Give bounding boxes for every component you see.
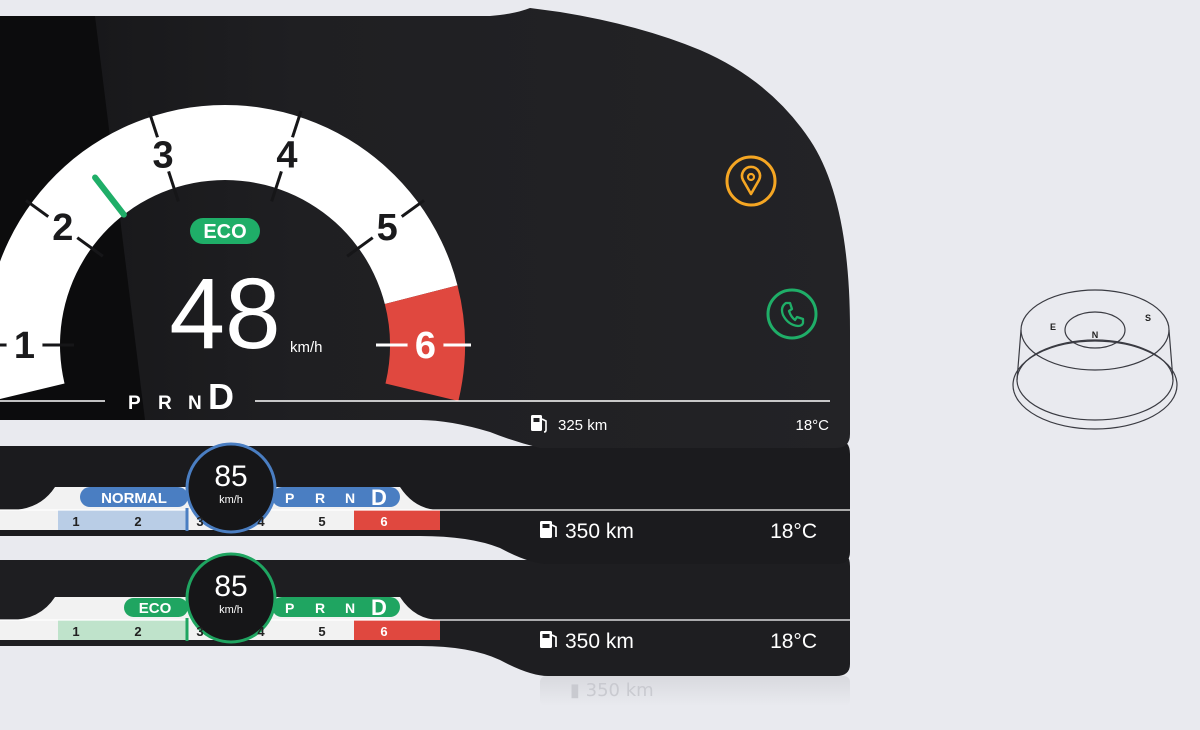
- range-value: 325 km: [558, 417, 607, 434]
- mini-normal-gear-r: R: [315, 490, 325, 506]
- mini-normal-mode: NORMAL: [101, 490, 167, 507]
- mini-eco-gear-r: R: [315, 600, 325, 616]
- gear-r: R: [158, 393, 172, 414]
- mini-normal-label-3: 3: [196, 514, 203, 529]
- rpm-label-6: 6: [415, 325, 436, 367]
- mini-eco-label-2: 2: [134, 624, 141, 639]
- mini-eco-label-3: 3: [196, 624, 203, 639]
- speed-value: 48: [169, 258, 280, 370]
- mini-eco-temperature: 18°C: [770, 630, 817, 653]
- knob-label-s: S: [1145, 313, 1151, 323]
- mode-badge-label: ECO: [203, 221, 246, 243]
- rpm-label-3: 3: [152, 134, 173, 176]
- controller-knob[interactable]: N E S: [1012, 289, 1178, 430]
- knob-label-e: E: [1050, 322, 1056, 332]
- mini-normal-range: 350 km: [565, 520, 634, 543]
- reflection-text: ▮ 350 km: [570, 680, 654, 701]
- gear-n: N: [188, 393, 202, 414]
- knob-label-n: N: [1092, 330, 1099, 340]
- mini-normal-label-2: 2: [134, 514, 141, 529]
- mini-normal-gear-p: P: [285, 490, 294, 506]
- mini-normal-speed: 85: [214, 460, 247, 493]
- mini-eco-speed: 85: [214, 570, 247, 603]
- gear-p: P: [128, 393, 141, 414]
- rpm-label-5: 5: [377, 207, 398, 249]
- mini-eco-speed-unit: km/h: [219, 604, 243, 616]
- mini-normal-label-6: 6: [380, 514, 387, 529]
- mini-normal-speed-unit: km/h: [219, 494, 243, 506]
- mini-eco-label-4: 4: [257, 624, 265, 639]
- rpm-label-2: 2: [52, 207, 73, 249]
- temperature-value: 18°C: [795, 417, 829, 434]
- mini-eco-gear-active: D: [371, 595, 387, 620]
- gear-active: D: [208, 376, 234, 417]
- mini-eco-mode: ECO: [139, 600, 172, 617]
- rpm-label-1: 1: [14, 325, 35, 367]
- mini-eco-gear-n: N: [345, 600, 355, 616]
- mini-normal-gear-active: D: [371, 485, 387, 510]
- rpm-label-4: 4: [276, 134, 297, 176]
- mini-normal-label-4: 4: [257, 514, 265, 529]
- mini-normal-gear-n: N: [345, 490, 355, 506]
- mini-normal-temperature: 18°C: [770, 520, 817, 543]
- mini-eco-label-1: 1: [72, 624, 79, 639]
- speed-unit: km/h: [290, 339, 323, 356]
- mini-eco-label-6: 6: [380, 624, 387, 639]
- mini-normal-label-1: 1: [72, 514, 79, 529]
- dashboard-display: ▮ 350 km 1 2 3 4 5 6 ECO 48 km/h P R N D 325 …: [0, 0, 1178, 706]
- mini-eco-gear-p: P: [285, 600, 294, 616]
- mini-eco-label-5: 5: [318, 624, 325, 639]
- mini-eco-range: 350 km: [565, 630, 634, 653]
- mini-normal-label-5: 5: [318, 514, 325, 529]
